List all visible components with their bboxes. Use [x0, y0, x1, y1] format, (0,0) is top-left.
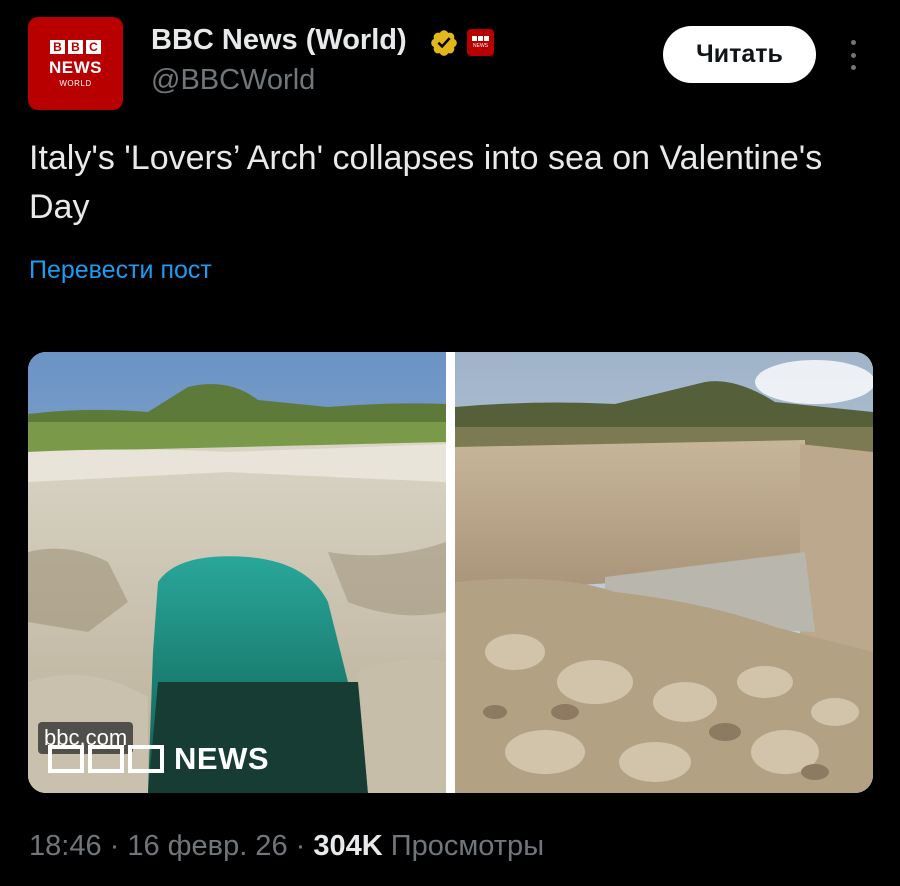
post-text: Italy's 'Lovers’ Arch' collapses into se…	[29, 139, 823, 226]
views-label: Просмотры	[390, 830, 545, 862]
bbc-logo-blocks: B B C	[50, 39, 101, 54]
sea-arch-collapsed-image[interactable]	[455, 352, 873, 793]
gold-check-icon	[431, 30, 457, 56]
post-meta: 18:46 · 16 февр. 26 · 304K Просмотры	[29, 830, 544, 863]
logo-block-b2: B	[68, 39, 83, 54]
watermark-news: NEWS	[174, 741, 269, 776]
logo-block-b1: B	[50, 39, 65, 54]
post-date[interactable]: 16 февр. 26	[127, 830, 287, 862]
bbc-news-affiliate-icon: NEWS	[467, 29, 494, 56]
watermark-bbc-blocks	[48, 745, 164, 773]
account-name[interactable]: BBC News (World)	[151, 24, 407, 57]
translate-post-link[interactable]: Перевести пост	[29, 256, 212, 285]
post-media[interactable]: bbc.com NEWS	[28, 352, 873, 793]
post-time[interactable]: 18:46	[29, 830, 102, 862]
account-handle[interactable]: @BBCWorld	[151, 64, 315, 97]
views-count: 304K	[313, 830, 383, 862]
meta-separator: ·	[287, 830, 314, 862]
avatar[interactable]: B B C NEWS WORLD	[28, 17, 123, 110]
logo-block-c: C	[86, 39, 101, 54]
more-vertical-icon[interactable]	[848, 40, 858, 70]
avatar-world-text: WORLD	[59, 78, 92, 88]
follow-button[interactable]: Читать	[663, 26, 816, 83]
meta-separator: ·	[101, 830, 128, 862]
avatar-news-text: NEWS	[49, 57, 102, 77]
